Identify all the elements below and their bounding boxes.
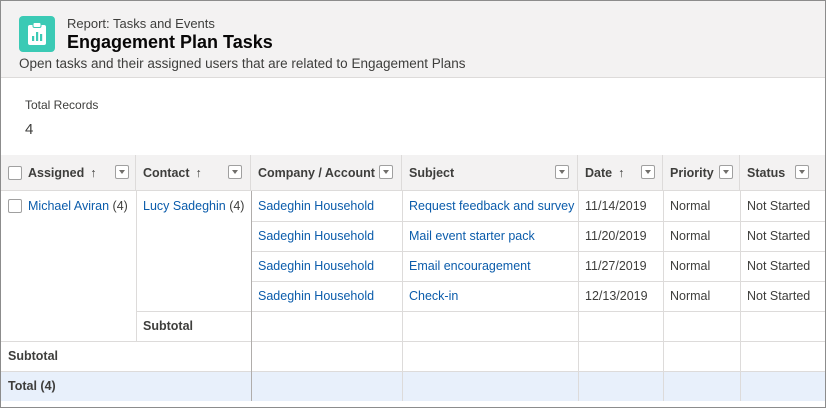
column-header-date[interactable]: Date ↑: [578, 155, 663, 191]
column-label: Assigned: [28, 166, 85, 180]
table-row-priority: Normal: [670, 199, 711, 213]
assigned-subtotal-label: Subtotal: [8, 349, 58, 363]
account-link[interactable]: Sadeghin Household: [258, 199, 374, 213]
report-frame: Report: Tasks and Events Engagement Plan…: [0, 0, 826, 408]
subject-link[interactable]: Email encouragement: [409, 259, 531, 273]
table-row-subject: Email encouragement: [402, 251, 578, 281]
table-row-date: 11/20/2019: [585, 229, 647, 243]
table-row-date: 11/27/2019: [585, 259, 647, 273]
sort-ascending-icon: ↑: [618, 166, 625, 180]
column-header-status[interactable]: Status: [740, 155, 825, 191]
column-header-account[interactable]: Company / Account: [251, 155, 402, 191]
table-row-priority: Normal: [670, 229, 711, 243]
group-count: (4): [229, 199, 245, 213]
column-label: Status: [747, 166, 786, 180]
column-label: Contact: [143, 166, 190, 180]
table-row-priority: Normal: [670, 259, 711, 273]
page-title: Engagement Plan Tasks: [67, 32, 273, 52]
table-row-account: Sadeghin Household: [251, 191, 402, 221]
table-row-subject: Mail event starter pack: [402, 221, 578, 251]
report-description: Open tasks and their assigned users that…: [19, 56, 466, 71]
table-row-date: 11/14/2019: [585, 199, 647, 213]
sort-ascending-icon: ↑: [195, 166, 202, 180]
assigned-user-link[interactable]: Michael Aviran: [28, 199, 109, 213]
column-menu-icon[interactable]: [641, 165, 655, 179]
column-menu-icon[interactable]: [555, 165, 569, 179]
table-row-subject: Check-in: [402, 281, 578, 311]
select-all-checkbox[interactable]: [8, 166, 22, 180]
column-header-subject[interactable]: Subject: [402, 155, 578, 191]
column-header-contact[interactable]: Contact ↑: [136, 155, 251, 191]
account-link[interactable]: Sadeghin Household: [258, 259, 374, 273]
sort-ascending-icon: ↑: [90, 166, 97, 180]
total-records-value: 4: [25, 121, 34, 138]
table-row-account: Sadeghin Household: [251, 251, 402, 281]
account-link[interactable]: Sadeghin Household: [258, 229, 374, 243]
table-row-subject: Request feedback and survey: [402, 191, 578, 221]
table-row-status: Not Started: [747, 259, 811, 273]
table-row-priority: Normal: [670, 289, 711, 303]
table-row-date: 12/13/2019: [585, 289, 648, 303]
column-header-priority[interactable]: Priority: [663, 155, 740, 191]
account-link[interactable]: Sadeghin Household: [258, 289, 374, 303]
column-menu-icon[interactable]: [379, 165, 393, 179]
column-menu-icon[interactable]: [795, 165, 809, 179]
table-row-status: Not Started: [747, 199, 811, 213]
group-contact-cell: Lucy Sadeghin (4): [136, 191, 251, 221]
group-count: (4): [112, 199, 128, 213]
column-menu-icon[interactable]: [115, 165, 129, 179]
report-icon: [19, 16, 55, 52]
column-menu-icon[interactable]: [228, 165, 242, 179]
report-type: Report: Tasks and Events: [67, 16, 215, 31]
total-count: (4): [40, 379, 56, 393]
subject-link[interactable]: Check-in: [409, 289, 458, 303]
column-label: Date: [585, 166, 613, 180]
column-menu-icon[interactable]: [719, 165, 733, 179]
total-records-label: Total Records: [25, 98, 99, 112]
table-row-status: Not Started: [747, 289, 811, 303]
table-row-account: Sadeghin Household: [251, 281, 402, 311]
group-assigned-cell: Michael Aviran (4): [1, 191, 136, 221]
contact-link[interactable]: Lucy Sadeghin: [143, 199, 226, 213]
column-label: Priority: [670, 166, 714, 180]
grand-total-label: Total (4): [1, 371, 136, 401]
subject-link[interactable]: Mail event starter pack: [409, 229, 535, 243]
column-label: Subject: [409, 166, 455, 180]
row-checkbox[interactable]: [8, 199, 22, 213]
table-row-account: Sadeghin Household: [251, 221, 402, 251]
report-header: Report: Tasks and Events Engagement Plan…: [1, 1, 825, 78]
report-table: Assigned ↑ Contact ↑ Company / Account Sub…: [1, 155, 825, 401]
column-label: Company / Account: [258, 166, 375, 180]
contact-subtotal-label: Subtotal: [143, 319, 193, 333]
column-header-assigned[interactable]: Assigned ↑: [1, 155, 136, 191]
total-label: Total: [8, 379, 37, 393]
subject-link[interactable]: Request feedback and survey: [409, 199, 574, 213]
table-row-status: Not Started: [747, 229, 811, 243]
